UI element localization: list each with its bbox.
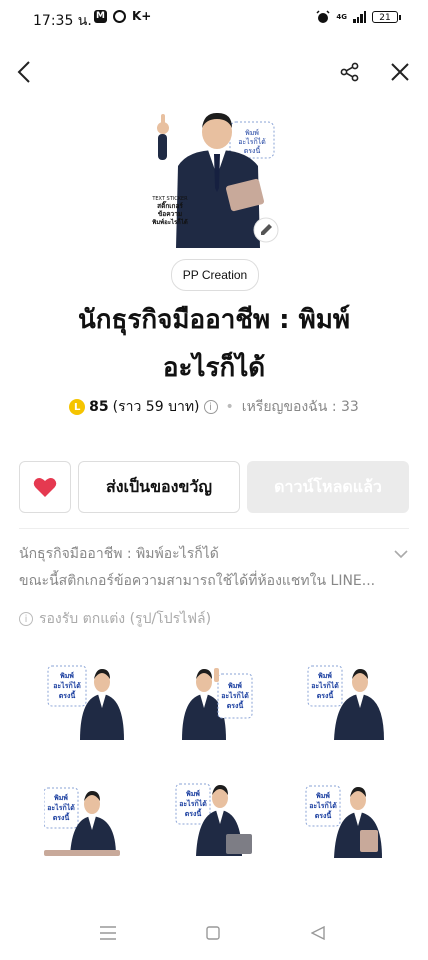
svg-text:อะไรก็ได้: อะไรก็ได้: [179, 799, 207, 808]
hero-caption-line2: ข้อความ: [158, 209, 182, 218]
notification-icons: M K+: [94, 9, 151, 23]
hero-caption-line1: สติ๊กเกอร์: [157, 201, 183, 210]
svg-text:อะไรก็ได้: อะไรก็ได้: [311, 681, 339, 690]
close-button[interactable]: [380, 50, 420, 94]
svg-text:พิมพ์: พิมพ์: [54, 793, 69, 802]
send-gift-button[interactable]: ส่งเป็นของขวัญ: [78, 461, 240, 513]
description-line-2: ขณะนี้สติกเกอร์ข้อความสามารถใช้ได้ที่ห้อ…: [19, 573, 376, 589]
svg-text:อะไรก็ได้: อะไรก็ได้: [221, 691, 249, 700]
sticker-item[interactable]: พิมพ์ อะไรก็ได้ ตรงนี้: [19, 775, 149, 895]
battery-icon: 21: [372, 11, 401, 23]
creator-link[interactable]: PP Creation: [171, 259, 259, 291]
svg-text:พิมพ์: พิมพ์: [318, 671, 333, 680]
back-triangle-icon: [310, 925, 325, 941]
line-coin-icon: L: [69, 399, 86, 415]
svg-text:พิมพ์: พิมพ์: [316, 791, 331, 800]
divider: [19, 528, 409, 529]
price-coins: 85: [89, 399, 109, 415]
q-app-icon: [113, 9, 126, 23]
system-nav-bar: [0, 915, 428, 955]
share-icon: [340, 62, 359, 82]
price-baht: (ราว 59 บาท): [112, 399, 200, 415]
support-info-icon: i: [19, 612, 33, 626]
top-bar: [0, 50, 428, 94]
svg-text:อะไรก็ได้: อะไรก็ได้: [309, 801, 337, 810]
price-row: L 85 (ราว 59 บาท) i • เหรียญของฉัน : 33: [0, 396, 428, 418]
hero-bubble-line2: อะไรก็ได้: [238, 137, 266, 146]
sticker-item[interactable]: พิมพ์ อะไรก็ได้ ตรงนี้: [279, 775, 409, 895]
favorite-button[interactable]: [19, 461, 71, 513]
menu-icon: [100, 926, 116, 940]
system-icons: 4G 21: [316, 10, 401, 24]
network-type-label: 4G: [336, 13, 347, 21]
description-line-1: นักธุรกิจมืออาชีพ : พิมพ์อะไรก็ได้: [19, 546, 219, 562]
home-nav-button[interactable]: [206, 925, 220, 944]
support-text: รองรับ ตกแต่ง (รูป/โปรไฟล์): [39, 611, 212, 627]
downloaded-button: ดาวน์โหลดแล้ว: [247, 461, 409, 513]
sticker-item[interactable]: พิมพ์ อะไรก็ได้ ตรงนี้: [19, 655, 149, 775]
my-coins: เหรียญของฉัน : 33: [241, 399, 359, 415]
chevron-down-icon: [394, 550, 408, 559]
m-app-icon: M: [94, 9, 107, 23]
signal-icon: [353, 11, 366, 23]
sticker-item[interactable]: พิมพ์ อะไรก็ได้ ตรงนี้: [149, 775, 279, 895]
heart-icon: [33, 478, 57, 497]
menu-nav-button[interactable]: [100, 925, 116, 944]
sticker-title: นักธุรกิจมืออาชีพ : พิมพ์ อะไรก็ได้: [30, 296, 398, 392]
hero-caption-line3: พิมพ์อะไรก็ได้: [152, 217, 188, 226]
sticker-item[interactable]: พิมพ์ อะไรก็ได้ ตรงนี้: [279, 655, 409, 775]
svg-text:พิมพ์: พิมพ์: [228, 681, 243, 690]
kplus-app-icon: K+: [132, 9, 152, 23]
alarm-icon: [316, 10, 330, 23]
svg-text:อะไรก็ได้: อะไรก็ได้: [53, 681, 81, 690]
info-icon[interactable]: i: [203, 400, 218, 414]
title-line-2: อะไรก็ได้: [162, 353, 266, 383]
close-icon: [391, 63, 409, 81]
svg-text:อะไรก็ได้: อะไรก็ได้: [47, 803, 75, 812]
expand-description-button[interactable]: [394, 544, 408, 563]
status-time: 17:35 น.: [33, 13, 92, 29]
description[interactable]: นักธุรกิจมืออาชีพ : พิมพ์อะไรก็ได้ ขณะนี…: [19, 541, 389, 595]
support-info: i รองรับ ตกแต่ง (รูป/โปรไฟล์): [19, 608, 211, 630]
chevron-left-icon: [17, 61, 30, 83]
sticker-main-image[interactable]: พิมพ์ อะไรก็ได้ ตรงนี้ TEXT STICKER สติ๊…: [148, 108, 280, 248]
home-square-icon: [206, 926, 220, 940]
svg-text:พิมพ์: พิมพ์: [186, 789, 201, 798]
share-button[interactable]: [330, 50, 370, 94]
sticker-item[interactable]: พิมพ์ อะไรก็ได้ ตรงนี้: [149, 655, 279, 775]
title-line-1: นักธุรกิจมืออาชีพ : พิมพ์: [78, 305, 350, 335]
svg-text:พิมพ์: พิมพ์: [60, 671, 75, 680]
sticker-grid: พิมพ์ อะไรก็ได้ ตรงนี้ พิมพ์ อะไรก็ได้ ต…: [19, 655, 409, 895]
separator-dot: •: [225, 399, 234, 415]
back-button[interactable]: [4, 50, 44, 94]
hero-bubble-line1: พิมพ์: [245, 129, 259, 137]
back-nav-button[interactable]: [310, 925, 325, 944]
status-bar: 17:35 น. M K+ 4G 21: [0, 0, 428, 38]
